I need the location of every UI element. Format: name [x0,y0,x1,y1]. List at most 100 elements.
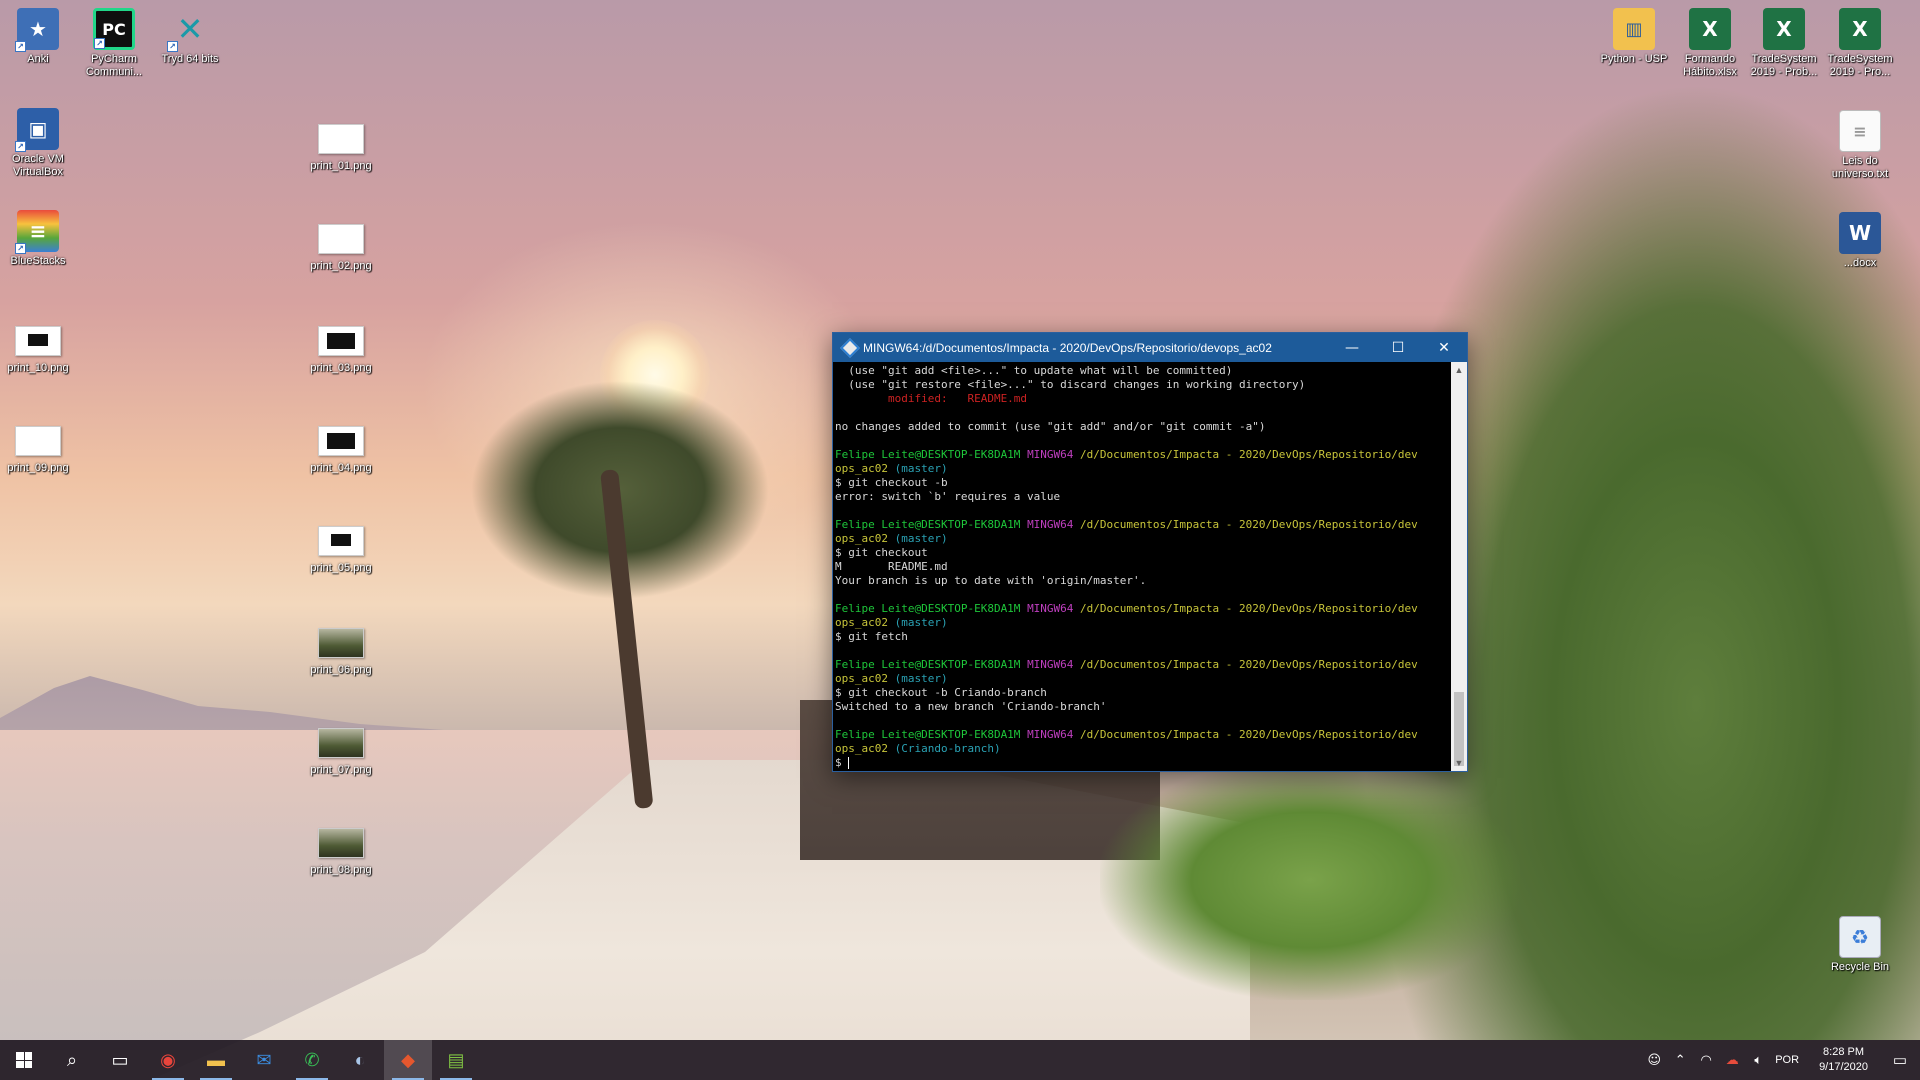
action-center-icon[interactable]: ▭ [1880,1051,1920,1069]
maximize-button[interactable]: ☐ [1375,333,1421,362]
scroll-down-icon[interactable]: ▼ [1451,755,1467,771]
recycle-bin-icon: ♻ [1839,916,1881,958]
terminal-line: $ git checkout -b Criando-branch [835,686,1449,700]
word-icon: W [1839,212,1881,254]
show-hidden-icons-icon[interactable]: ⌃ [1667,1053,1693,1068]
image-file-icon [318,728,364,758]
anki-icon: ★ ↗ [15,8,59,52]
tryd-icon: ✕ ↗ [167,8,211,52]
excel-icon: X [1763,8,1805,50]
task-view-icon: ▭ [111,1049,129,1070]
desktop-icon-label: ...docx [1843,257,1877,269]
desktop-icon-print-05[interactable]: print_05.png [303,520,379,575]
prompt-path-cont: ops_ac02 [835,462,888,475]
desktop-icon-leis-do-universo[interactable]: ≡ Leis do universo.txt [1822,110,1898,181]
taskbar-button-pycharm-taskbar[interactable]: ◐ [336,1040,384,1080]
foliage-bushes [1100,760,1520,1000]
desktop-icon-python-usp[interactable]: ▥ Python - USP [1596,8,1672,66]
desktop-icon-label: TradeSystem 2019 - Pro... [1827,53,1893,78]
desktop-icon-print-06[interactable]: print_06.png [303,622,379,677]
prompt-env: MINGW64 [1027,602,1074,615]
desktop-icon-label: print_06.png [310,664,372,676]
notepad-icon: ▤ [447,1049,465,1070]
terminal-line-text: $ git fetch [835,630,908,643]
start-button[interactable] [0,1040,48,1080]
network-icon[interactable]: ◠ [1693,1053,1719,1068]
terminal-line-text: error: switch `b' requires a value [835,490,1061,503]
desktop-icon-print-04[interactable]: print_04.png [303,420,379,475]
image-file-icon [15,326,61,356]
terminal-output[interactable]: (use "git add <file>..." to update what … [833,362,1451,771]
terminal-line-text: no changes added to commit (use "git add… [835,420,1266,433]
prompt-branch: (master) [894,462,948,475]
git-bash-window[interactable]: MINGW64:/d/Documentos/Impacta - 2020/Dev… [832,332,1468,772]
desktop-icon-print-07[interactable]: print_07.png [303,722,379,777]
prompt-branch: (master) [894,672,948,685]
prompt-user: Felipe Leite@DESKTOP-EK8DA1M [835,658,1021,671]
window-titlebar[interactable]: MINGW64:/d/Documentos/Impacta - 2020/Dev… [833,333,1467,362]
desktop-icon-label: print_02.png [310,260,372,272]
desktop-icon-print-08[interactable]: print_08.png [303,822,379,877]
desktop-icon-print-02[interactable]: print_02.png [303,218,379,273]
desktop-icon-tryd[interactable]: ✕ ↗ Tryd 64 bits [152,8,228,66]
prompt-user: Felipe Leite@DESKTOP-EK8DA1M [835,602,1021,615]
volume-icon[interactable]: 🔈︎ [1745,1053,1771,1068]
taskbar-button-mail[interactable]: ✉ [240,1040,288,1080]
scroll-up-icon[interactable]: ▲ [1451,362,1467,378]
prompt-path-cont: ops_ac02 [835,532,888,545]
people-icon[interactable]: ☺ [1641,1053,1667,1068]
windows-logo-icon [16,1052,32,1068]
input-language[interactable]: POR [1775,1054,1799,1066]
desktop-icon-anki[interactable]: ★ ↗ Anki [0,8,76,66]
desktop-icon-docx[interactable]: W ...docx [1822,212,1898,270]
taskbar-button-notepad[interactable]: ▤ [432,1040,480,1080]
file-explorer-icon: ▬ [207,1049,225,1070]
image-file-icon [318,526,364,556]
taskbar-button-chrome[interactable]: ◉ [144,1040,192,1080]
prompt-path: /d/Documentos/Impacta - 2020/DevOps/Repo… [1080,448,1418,461]
terminal-line-text: $ git checkout -b Criando-branch [835,686,1047,699]
prompt-line: Felipe Leite@DESKTOP-EK8DA1M MINGW64 /d/… [835,518,1449,532]
folder-icon: ▥ [1613,8,1655,50]
desktop-icon-label: Python - USP [1600,53,1668,65]
desktop-icon-print-10[interactable]: print_10.png [0,320,76,375]
onedrive-icon[interactable]: ☁ [1719,1053,1745,1068]
desktop-icon-tradesystem-prob[interactable]: X TradeSystem 2019 - Prob... [1746,8,1822,79]
terminal-line-text: (use "git add <file>..." to update what … [835,364,1233,377]
desktop-icon-print-09[interactable]: print_09.png [0,420,76,475]
taskbar-button-search[interactable]: ⌕ [48,1040,96,1080]
terminal-line-text: Your branch is up to date with 'origin/m… [835,574,1147,587]
taskbar-button-task-view[interactable]: ▭ [96,1040,144,1080]
prompt-path: /d/Documentos/Impacta - 2020/DevOps/Repo… [1080,658,1418,671]
desktop-icon-formando-habito[interactable]: X Formando Hábito.xlsx [1672,8,1748,79]
desktop-icon-label: TradeSystem 2019 - Prob... [1750,53,1818,78]
taskbar-button-git-bash[interactable]: ◆ [384,1040,432,1080]
desktop-icon-label: Leis do universo.txt [1831,155,1889,180]
minimize-button[interactable]: — [1329,333,1375,362]
taskbar-button-whatsapp[interactable]: ✆ [288,1040,336,1080]
clock[interactable]: 8:28 PM 9/17/2020 [1819,1045,1868,1075]
terminal-line: no changes added to commit (use "git add… [835,420,1449,434]
image-file-icon [318,628,364,658]
image-file-icon [318,124,364,154]
terminal-line: $ git fetch [835,630,1449,644]
terminal-scrollbar[interactable]: ▲ ▼ [1451,362,1467,771]
terminal-line: M README.md [835,560,1449,574]
desktop-icon-bluestacks[interactable]: ≡ ↗ BlueStacks [0,210,76,268]
prompt-branch: (Criando-branch) [894,742,1001,755]
desktop-icon-pycharm[interactable]: PC ↗ PyCharm Communi... [76,8,152,79]
desktop-icon-tradesystem-pro[interactable]: X TradeSystem 2019 - Pro... [1822,8,1898,79]
desktop-icon-recycle-bin[interactable]: ♻ Recycle Bin [1822,916,1898,974]
desktop-icon-virtualbox[interactable]: ▣ ↗ Oracle VM VirtualBox [0,108,76,179]
desktop-icon-print-03[interactable]: print_03.png [303,320,379,375]
desktop-icon-label: Anki [27,53,49,65]
desktop-icon-label: print_07.png [310,764,372,776]
taskbar-button-file-explorer[interactable]: ▬ [192,1040,240,1080]
taskbar: ⌕ ▭ ◉ ▬ ✉ ✆ ◐ ◆ ▤ ☺ ⌃ ◠ ☁ 🔈︎ POR 8:28 PM 9/17/20… [0,1040,1920,1080]
close-button[interactable]: ✕ [1421,333,1467,362]
desktop-icon-print-01[interactable]: print_01.png [303,118,379,173]
terminal-line-text: $ git checkout [835,546,928,559]
